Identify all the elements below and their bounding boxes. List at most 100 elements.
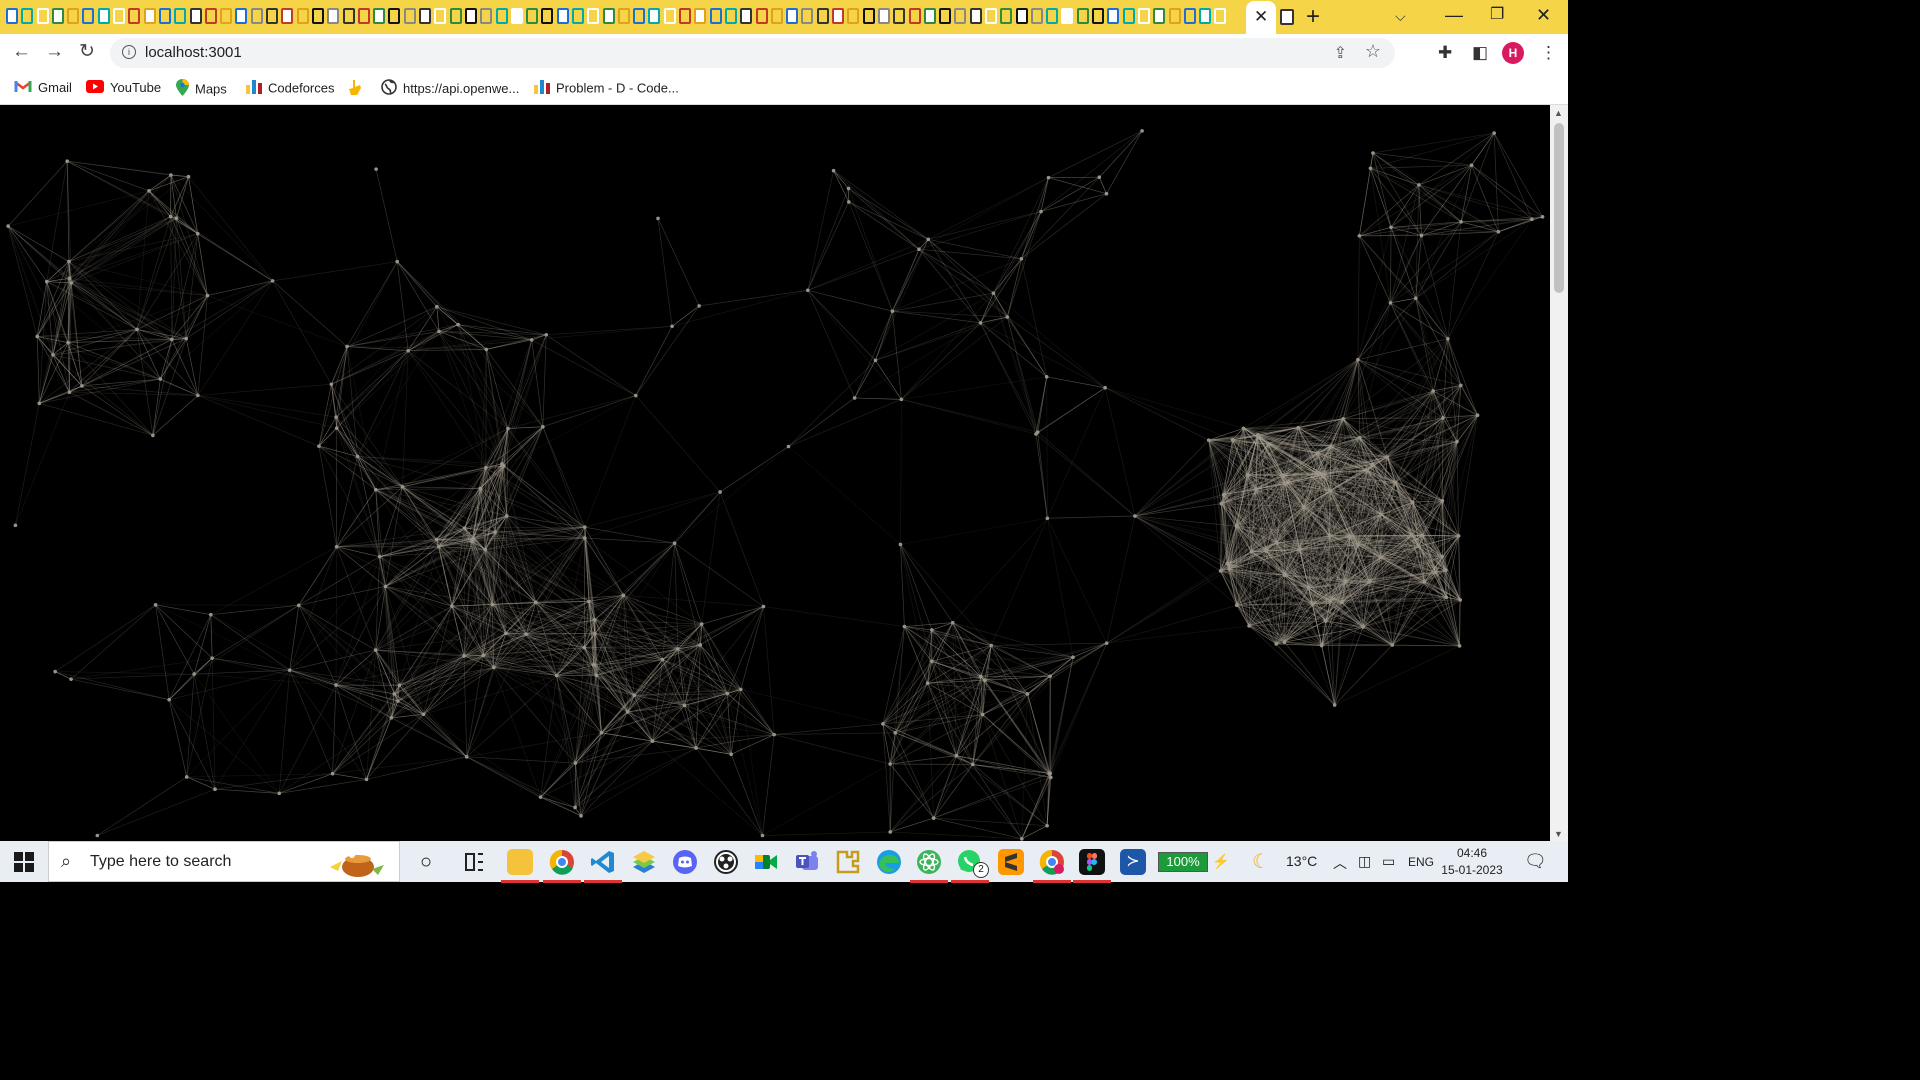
tab-favicon-icon[interactable] (1137, 8, 1150, 24)
edge-icon[interactable] (876, 849, 902, 875)
tab-favicon-icon[interactable] (189, 8, 202, 24)
cortana-icon[interactable]: ○ (413, 849, 439, 875)
tab-favicon-icon[interactable] (1092, 8, 1105, 24)
minimize-button[interactable]: — (1445, 5, 1463, 25)
tab-favicon-icon[interactable] (862, 8, 875, 24)
tab-favicon-icon[interactable] (724, 8, 737, 24)
meet-tray-icon[interactable]: ◫ (1358, 853, 1371, 870)
tab-favicon-icon[interactable] (679, 8, 692, 24)
tab-favicon-icon[interactable] (311, 8, 324, 24)
vscode-icon[interactable] (584, 849, 622, 883)
tab-favicon-icon[interactable] (985, 8, 997, 24)
tab-favicon-icon[interactable] (449, 8, 462, 24)
tab-favicon-icon[interactable] (1214, 8, 1227, 24)
tab-favicon-icon[interactable] (1076, 8, 1089, 24)
meet-icon[interactable] (753, 849, 779, 875)
tab-favicon-icon[interactable] (648, 8, 661, 24)
tab-favicon-icon[interactable] (801, 8, 814, 24)
page-viewport[interactable] (0, 105, 1550, 841)
tab-favicon-icon[interactable] (82, 8, 95, 24)
forward-button[interactable]: → (45, 42, 64, 62)
bookmark-openweather[interactable]: https://api.openwe... (381, 79, 519, 97)
tab-favicon-icon[interactable] (388, 8, 401, 24)
tab-favicon-icon[interactable] (464, 8, 477, 24)
tab-favicon-icon[interactable] (877, 8, 890, 24)
tab-favicon-icon[interactable] (939, 8, 952, 24)
profile-avatar[interactable]: H (1502, 42, 1524, 64)
bookmark-hand[interactable] (348, 79, 368, 97)
chrome-icon[interactable] (543, 849, 581, 883)
tab-favicon-icon[interactable] (587, 8, 600, 24)
discord-icon[interactable] (672, 849, 698, 875)
tab-favicon-icon[interactable] (847, 8, 860, 24)
windows-start-icon[interactable] (14, 852, 34, 872)
tab-favicon-icon[interactable] (694, 8, 707, 24)
scroll-down-arrow-icon[interactable]: ▼ (1554, 829, 1563, 839)
chrome-profile-icon[interactable] (1033, 849, 1071, 883)
bluestacks-icon[interactable] (631, 849, 657, 875)
obs-icon[interactable] (713, 849, 739, 875)
puzzle-icon[interactable] (835, 849, 861, 875)
tab-favicon-icon[interactable] (969, 8, 982, 24)
tab-favicon-icon[interactable] (296, 8, 309, 24)
tab-favicon-icon[interactable] (204, 8, 217, 24)
tab-favicon-icon[interactable] (174, 8, 187, 24)
tab-favicon-icon[interactable] (250, 8, 263, 24)
tab-favicon-icon[interactable] (954, 8, 967, 24)
figma-icon[interactable] (1073, 849, 1111, 883)
tab-favicon-icon[interactable] (419, 8, 432, 24)
tab-favicon-icon[interactable] (770, 8, 783, 24)
battery-icon[interactable]: ▭ (1382, 853, 1395, 870)
tab-favicon-icon[interactable] (786, 8, 799, 24)
whatsapp-icon[interactable]: 2 (951, 849, 989, 883)
tab-favicon-icon[interactable] (97, 8, 110, 24)
tab-favicon-icon[interactable] (235, 8, 248, 24)
tab-favicon-icon[interactable] (1015, 8, 1028, 24)
restore-button[interactable]: ❐ (1490, 5, 1504, 25)
tab-favicon-icon[interactable] (893, 8, 906, 24)
tab-favicon-icon[interactable] (281, 8, 294, 24)
weather-moon-icon[interactable]: ☾ (1252, 849, 1270, 874)
sublime-icon[interactable] (998, 849, 1024, 875)
tab-favicon-icon[interactable] (633, 8, 646, 24)
close-window-button[interactable]: ✕ (1536, 5, 1551, 25)
show-hidden-icons-chevron-icon[interactable]: ︿ (1333, 853, 1347, 873)
tab-favicon-icon[interactable] (266, 8, 279, 24)
tab-favicon-icon[interactable] (342, 8, 355, 24)
url-text[interactable]: localhost:3001 (145, 44, 242, 61)
tab-favicon-icon[interactable] (816, 8, 829, 24)
tab-favicon-icon[interactable] (755, 8, 768, 24)
tab-favicon-icon[interactable] (908, 8, 921, 24)
tab-favicon-icon[interactable] (327, 8, 340, 24)
notification-center-icon[interactable]: 🗨 (1524, 851, 1547, 872)
tab-favicon-icon[interactable] (403, 8, 416, 24)
tab-favicon-icon[interactable] (556, 8, 569, 24)
battery-meter[interactable]: 100% (1158, 852, 1208, 872)
tab-favicon-icon[interactable] (128, 8, 141, 24)
address-bar[interactable]: i localhost:3001 ⇪ ☆ (110, 38, 1395, 68)
language-indicator[interactable]: ENG (1408, 855, 1434, 869)
share-icon[interactable]: ⇪ (1334, 43, 1347, 63)
powershell-icon[interactable]: ≻ (1120, 849, 1146, 875)
tab-favicon-icon[interactable] (571, 8, 584, 24)
tab-favicon-icon[interactable] (143, 8, 156, 24)
tab-favicon-icon[interactable] (1199, 8, 1212, 24)
tab-favicon-icon[interactable] (1030, 8, 1043, 24)
tab-favicon-icon[interactable] (1153, 8, 1166, 24)
scroll-up-arrow-icon[interactable]: ▲ (1554, 108, 1563, 118)
tab-favicon-icon[interactable] (1000, 8, 1013, 24)
tab-favicon-icon[interactable] (357, 8, 370, 24)
atom-icon[interactable] (910, 849, 948, 883)
tab-favicon-icon[interactable] (1046, 8, 1059, 24)
pinned-tab-favicons[interactable] (6, 8, 1242, 26)
bookmark-maps[interactable]: Maps (176, 79, 227, 97)
tab-favicon-icon[interactable] (709, 8, 722, 24)
tab-favicon-icon[interactable] (1183, 8, 1196, 24)
tab-favicon-icon[interactable] (1061, 8, 1074, 24)
tab-favicon-icon[interactable] (923, 8, 936, 24)
tab-favicon-icon[interactable] (220, 8, 233, 24)
tab-favicon-icon[interactable] (495, 8, 508, 24)
bookmark-gmail[interactable]: Gmail (14, 79, 72, 97)
tab-favicon-icon[interactable] (740, 8, 753, 24)
site-info-icon[interactable]: i (122, 45, 136, 59)
